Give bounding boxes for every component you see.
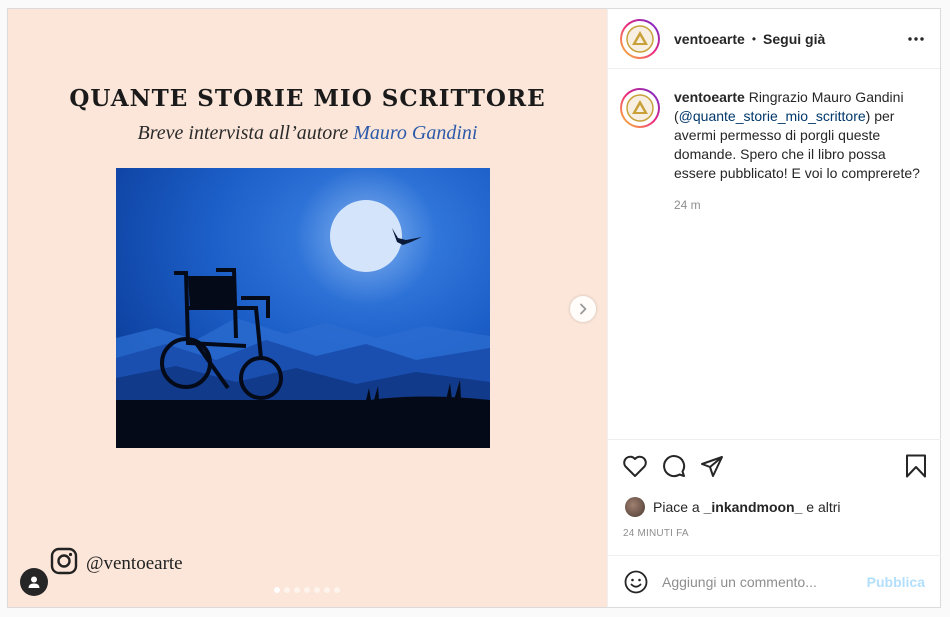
media-subtitle: Breve intervista all’autore Mauro Gandin… [8, 122, 607, 145]
post-media[interactable]: QUANTE STORIE MIO SCRITTORE Breve interv… [8, 9, 607, 607]
watermark: @ventoearte [50, 547, 183, 580]
liker-avatar[interactable] [625, 497, 645, 517]
carousel-dot [324, 587, 330, 593]
carousel-dot [304, 587, 310, 593]
share-button[interactable] [700, 454, 724, 478]
header-separator: • [751, 31, 757, 46]
more-horizontal-icon [908, 36, 924, 41]
media-subtitle-author: Mauro Gandini [353, 122, 478, 144]
bookmark-icon [906, 454, 926, 478]
comment-button[interactable] [662, 454, 686, 478]
emoji-button[interactable] [624, 570, 648, 594]
post-timestamp[interactable]: 24 MINUTI FA [608, 520, 941, 539]
following-button[interactable]: Segui già [763, 31, 825, 47]
carousel-dot [334, 587, 340, 593]
chevron-right-icon [580, 303, 587, 315]
brand-logo-icon [626, 24, 654, 53]
comment-input[interactable] [662, 573, 867, 590]
publish-button[interactable]: Pubblica [867, 574, 925, 590]
brand-logo-icon [626, 94, 654, 122]
likes-suffix[interactable]: e altri [802, 499, 840, 515]
emoji-icon [624, 570, 648, 593]
caption: ventoearte Ringrazio Mauro Gandini (@qua… [620, 88, 925, 183]
like-button[interactable] [622, 454, 648, 478]
tagged-users-button[interactable] [20, 568, 48, 596]
liker-username[interactable]: _inkandmoon_ [704, 499, 803, 515]
carousel-dot [284, 587, 290, 593]
send-icon [701, 456, 723, 477]
caption-mention-link[interactable]: @quante_storie_mio_scrittore [679, 108, 866, 124]
caption-avatar[interactable] [620, 88, 660, 128]
action-icons-row [608, 440, 941, 492]
avatar[interactable] [620, 18, 660, 59]
user-icon [28, 576, 40, 588]
likes-summary: Piace a _inkandmoon_ e altri [608, 492, 941, 520]
carousel-dot [274, 587, 280, 593]
comments-section: ventoearte Ringrazio Mauro Gandini (@qua… [608, 70, 941, 439]
header-username[interactable]: ventoearte [674, 31, 745, 47]
carousel-indicator [274, 587, 340, 593]
instagram-icon [50, 547, 78, 580]
caption-text: ventoearte Ringrazio Mauro Gandini (@qua… [674, 88, 925, 183]
more-options-button[interactable] [908, 36, 924, 41]
instagram-post: QUANTE STORIE MIO SCRITTORE Breve interv… [7, 8, 941, 608]
post-sidebar: ventoearte • Segui già ventoearte Ringra… [607, 9, 941, 607]
comment-icon [663, 455, 686, 478]
carousel-next-button[interactable] [570, 296, 596, 322]
watermark-handle: @ventoearte [86, 552, 183, 574]
carousel-dot [314, 587, 320, 593]
post-actions: Piace a _inkandmoon_ e altri 24 MINUTI F… [608, 439, 941, 539]
media-subtitle-prefix: Breve intervista all’autore [137, 122, 354, 144]
heart-icon [623, 455, 647, 477]
likes-prefix: Piace a [653, 499, 704, 515]
comment-form: Pubblica [608, 555, 941, 607]
caption-time[interactable]: 24 m [674, 198, 925, 212]
likes-text: Piace a _inkandmoon_ e altri [653, 499, 841, 515]
save-button[interactable] [905, 454, 927, 478]
caption-username[interactable]: ventoearte [674, 89, 745, 105]
post-header: ventoearte • Segui già [608, 9, 940, 69]
carousel-dot [294, 587, 300, 593]
wheelchair-illustration [116, 168, 490, 448]
media-title: QUANTE STORIE MIO SCRITTORE [69, 85, 546, 112]
